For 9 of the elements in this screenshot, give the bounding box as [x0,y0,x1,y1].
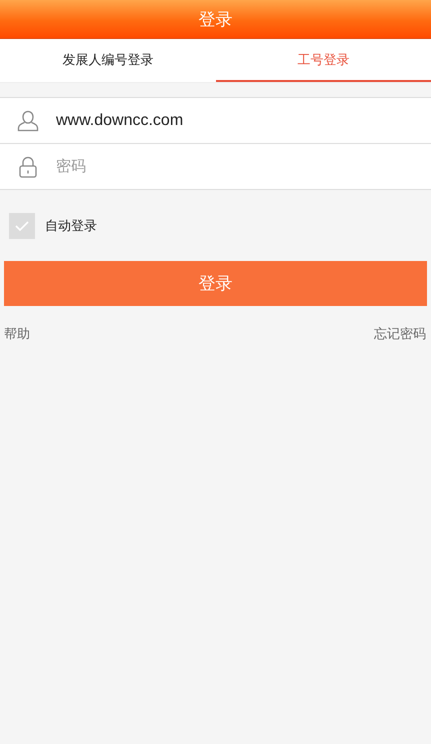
password-field[interactable]: 密码 [56,158,431,176]
auto-login-checkbox[interactable] [9,212,35,238]
username-field[interactable]: www.downcc.com [56,112,431,130]
page-title: 登录 [198,8,232,30]
user-icon [16,108,40,132]
auto-login-label: 自动登录 [45,218,97,234]
login-button[interactable]: 登录 [4,261,427,306]
text-link[interactable]: 忘记密码 [374,325,426,343]
text-link[interactable]: 帮助 [4,325,30,343]
